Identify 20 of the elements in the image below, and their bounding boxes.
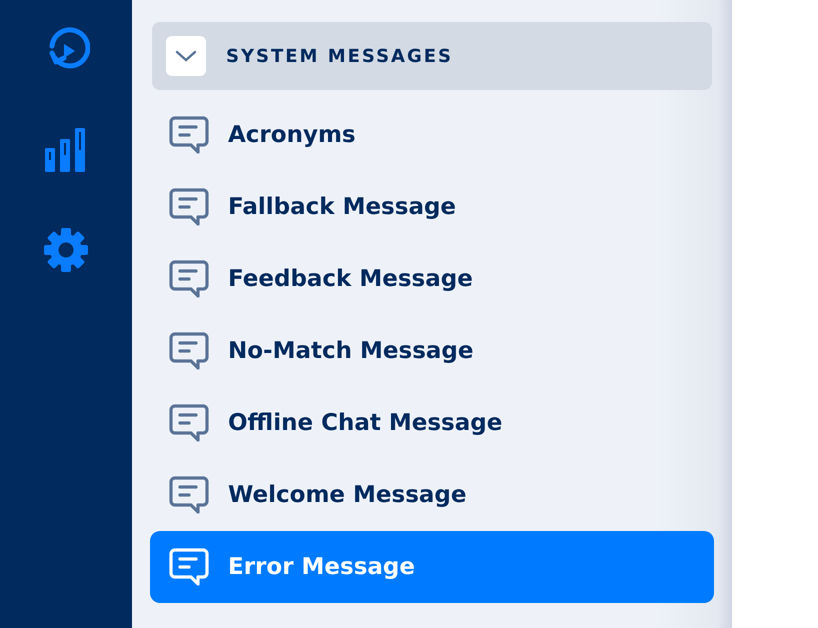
chat-bubble-icon — [168, 330, 210, 372]
message-item[interactable]: Error Message — [150, 531, 714, 603]
message-item[interactable]: Acronyms — [152, 99, 712, 171]
chat-bubble-icon — [168, 114, 210, 156]
chat-bubble-icon — [168, 258, 210, 300]
message-item[interactable]: Feedback Message — [152, 243, 712, 315]
chat-bubble-icon — [168, 546, 210, 588]
message-item[interactable]: No-Match Message — [152, 315, 712, 387]
section-title: SYSTEM MESSAGES — [226, 46, 454, 66]
chat-bubble-icon — [168, 186, 210, 228]
chat-bubble-icon — [168, 402, 210, 444]
chat-bubble-icon — [168, 474, 210, 516]
message-item[interactable]: Welcome Message — [152, 459, 712, 531]
message-item[interactable]: Fallback Message — [152, 171, 712, 243]
settings-icon[interactable] — [43, 227, 89, 273]
collapse-button[interactable] — [166, 36, 206, 76]
section-header[interactable]: SYSTEM MESSAGES — [152, 22, 712, 90]
message-item[interactable]: Offline Chat Message — [152, 387, 712, 459]
chevron-icon — [175, 49, 197, 63]
bar-chart-icon[interactable] — [44, 127, 88, 173]
